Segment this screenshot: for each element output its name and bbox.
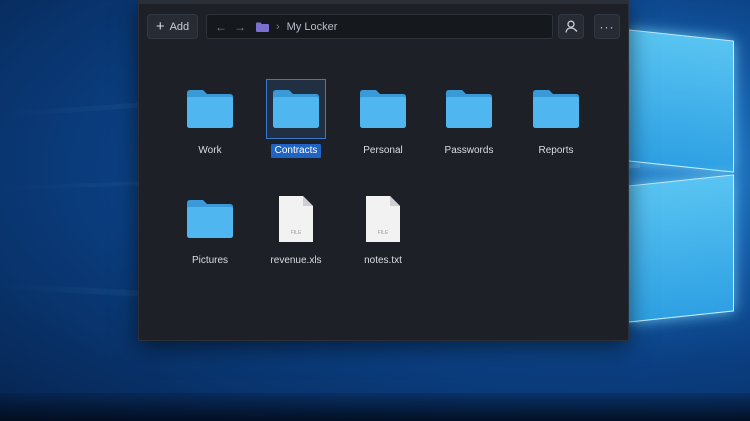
item-label: Reports — [538, 145, 574, 156]
breadcrumb-current[interactable]: My Locker — [287, 21, 338, 33]
more-button[interactable]: ··· — [594, 14, 620, 39]
title-strip — [139, 1, 628, 4]
folder-icon-wrap — [353, 79, 413, 139]
file-item-revenue[interactable]: FILE revenue.xls — [256, 189, 336, 268]
folder-icon — [446, 90, 492, 128]
document-icon: FILE — [366, 196, 400, 242]
item-label: Passwords — [444, 145, 494, 156]
folder-icon — [187, 200, 233, 238]
locker-window: + Add ← → › My Locker ··· Work Contracts… — [138, 0, 629, 341]
folder-icon — [273, 90, 319, 128]
folder-icon-wrap — [439, 79, 499, 139]
more-icon: ··· — [599, 19, 615, 34]
item-label: Pictures — [191, 255, 229, 266]
folder-icon-wrap — [180, 79, 240, 139]
item-label: Personal — [363, 145, 403, 156]
folder-icon-wrap — [266, 79, 326, 139]
folder-item-personal[interactable]: Personal — [343, 79, 423, 158]
breadcrumb: ← → › My Locker — [206, 14, 553, 39]
item-label: notes.txt — [364, 255, 402, 266]
add-button-label: Add — [169, 20, 190, 33]
file-type-tag: FILE — [291, 230, 302, 236]
document-icon: FILE — [279, 196, 313, 242]
add-button[interactable]: + Add — [147, 14, 198, 39]
folder-icon-wrap — [180, 189, 240, 249]
file-type-tag: FILE — [378, 230, 389, 236]
file-icon-wrap: FILE — [353, 189, 413, 249]
arrow-right-icon[interactable]: → — [234, 20, 246, 34]
windows-logo-pane — [628, 174, 734, 323]
folder-item-work[interactable]: Work — [170, 79, 250, 158]
item-label: revenue.xls — [270, 255, 322, 266]
folder-item-passwords[interactable]: Passwords — [429, 79, 509, 158]
item-label: Work — [198, 145, 222, 156]
folder-item-pictures[interactable]: Pictures — [170, 189, 250, 268]
breadcrumb-folder-icon[interactable] — [256, 22, 269, 32]
folder-icon-wrap — [526, 79, 586, 139]
user-button[interactable] — [558, 14, 584, 39]
arrow-left-icon[interactable]: ← — [215, 20, 227, 34]
folder-icon — [187, 90, 233, 128]
toolbar: + Add ← → › My Locker ··· — [139, 1, 628, 47]
folder-item-contracts[interactable]: Contracts — [256, 79, 336, 158]
file-item-notes[interactable]: FILE notes.txt — [343, 189, 423, 268]
user-icon — [564, 20, 577, 33]
taskbar — [0, 393, 750, 421]
plus-icon: + — [155, 18, 165, 35]
folder-icon — [360, 90, 406, 128]
item-label: Contracts — [270, 144, 322, 158]
file-icon-wrap: FILE — [266, 189, 326, 249]
folder-item-reports[interactable]: Reports — [516, 79, 596, 158]
windows-logo-pane — [628, 29, 734, 173]
chevron-right-icon: › — [276, 20, 280, 33]
folder-icon — [533, 90, 579, 128]
